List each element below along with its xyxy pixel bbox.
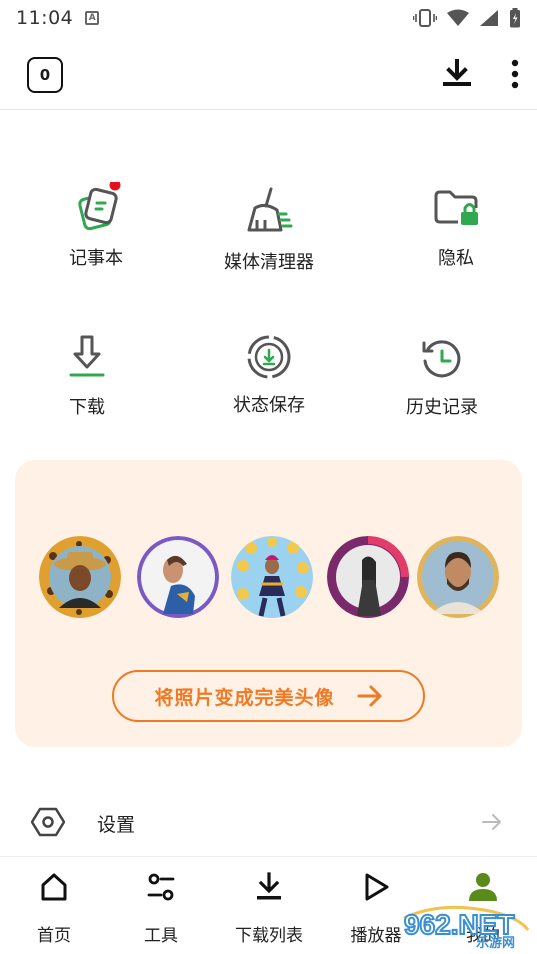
- nav-home[interactable]: 首页: [14, 871, 94, 946]
- status-time: 11:04: [16, 7, 74, 29]
- tool-download[interactable]: 下载: [7, 331, 167, 419]
- tab-count-button[interactable]: 0: [27, 57, 63, 93]
- notification-badge: [109, 179, 121, 191]
- nav-home-label: 首页: [37, 926, 71, 946]
- tool-notepad[interactable]: 记事本: [16, 179, 176, 270]
- vibrate-icon: [413, 9, 437, 27]
- app-notification-icon: A: [85, 11, 100, 25]
- make-avatar-button-label: 将照片变成完美头像: [154, 686, 335, 709]
- nav-download-list-label: 下载列表: [235, 926, 303, 946]
- avatar-sample-5[interactable]: [417, 536, 499, 618]
- wifi-icon: [447, 9, 469, 26]
- profile-icon: [469, 873, 497, 901]
- tool-private-label: 隐私: [438, 248, 474, 269]
- more-options-icon[interactable]: [507, 58, 523, 90]
- tool-status-saver-label: 状态保存: [233, 395, 305, 416]
- download-list-icon: [257, 872, 281, 900]
- private-folder-icon: [428, 182, 484, 238]
- player-icon: [365, 873, 389, 901]
- tool-download-label: 下载: [69, 397, 105, 418]
- status-bar: 11:04 A: [0, 0, 537, 36]
- settings-label: 设置: [97, 813, 136, 836]
- signal-icon: [480, 10, 498, 26]
- avatar-sample-1[interactable]: [39, 536, 121, 618]
- tab-count-value: 0: [39, 66, 51, 84]
- site-watermark: 962.NET 乐游网: [398, 900, 532, 951]
- notepad-icon: [68, 179, 124, 238]
- tool-status-saver[interactable]: 状态保存: [189, 329, 349, 417]
- tool-history-label: 历史记录: [406, 397, 478, 418]
- tools-icon: [147, 873, 175, 901]
- battery-icon: [510, 8, 520, 28]
- nav-tools[interactable]: 工具: [121, 871, 201, 946]
- status-icons: [413, 8, 521, 28]
- tool-media-cleaner-label: 媒体清理器: [224, 252, 314, 273]
- watermark-subtext: 乐游网: [476, 935, 515, 950]
- nav-tools-label: 工具: [144, 926, 178, 946]
- nav-download-list[interactable]: 下载列表: [229, 871, 309, 946]
- tool-notepad-label: 记事本: [69, 248, 123, 269]
- download-icon: [59, 331, 115, 387]
- settings-icon: [31, 807, 65, 837]
- avatar-sample-4[interactable]: [327, 536, 409, 618]
- settings-row[interactable]: 设置: [0, 795, 537, 851]
- tool-media-cleaner[interactable]: 媒体清理器: [189, 186, 349, 274]
- broom-icon: [241, 186, 297, 242]
- tool-private[interactable]: 隐私: [376, 182, 536, 270]
- tool-history[interactable]: 历史记录: [362, 331, 522, 419]
- history-icon: [414, 331, 470, 387]
- download-icon[interactable]: [440, 58, 474, 90]
- avatar-promo-card: 将照片变成完美头像: [15, 460, 522, 747]
- avatar-sample-2[interactable]: [137, 536, 219, 618]
- home-icon: [41, 873, 67, 901]
- avatar-sample-3[interactable]: [231, 536, 313, 618]
- make-avatar-button[interactable]: 将照片变成完美头像: [112, 670, 425, 722]
- arrow-right-icon: [357, 685, 381, 707]
- chevron-right-icon: [482, 814, 501, 830]
- top-bar: 0: [0, 46, 537, 110]
- status-saver-icon: [241, 329, 297, 385]
